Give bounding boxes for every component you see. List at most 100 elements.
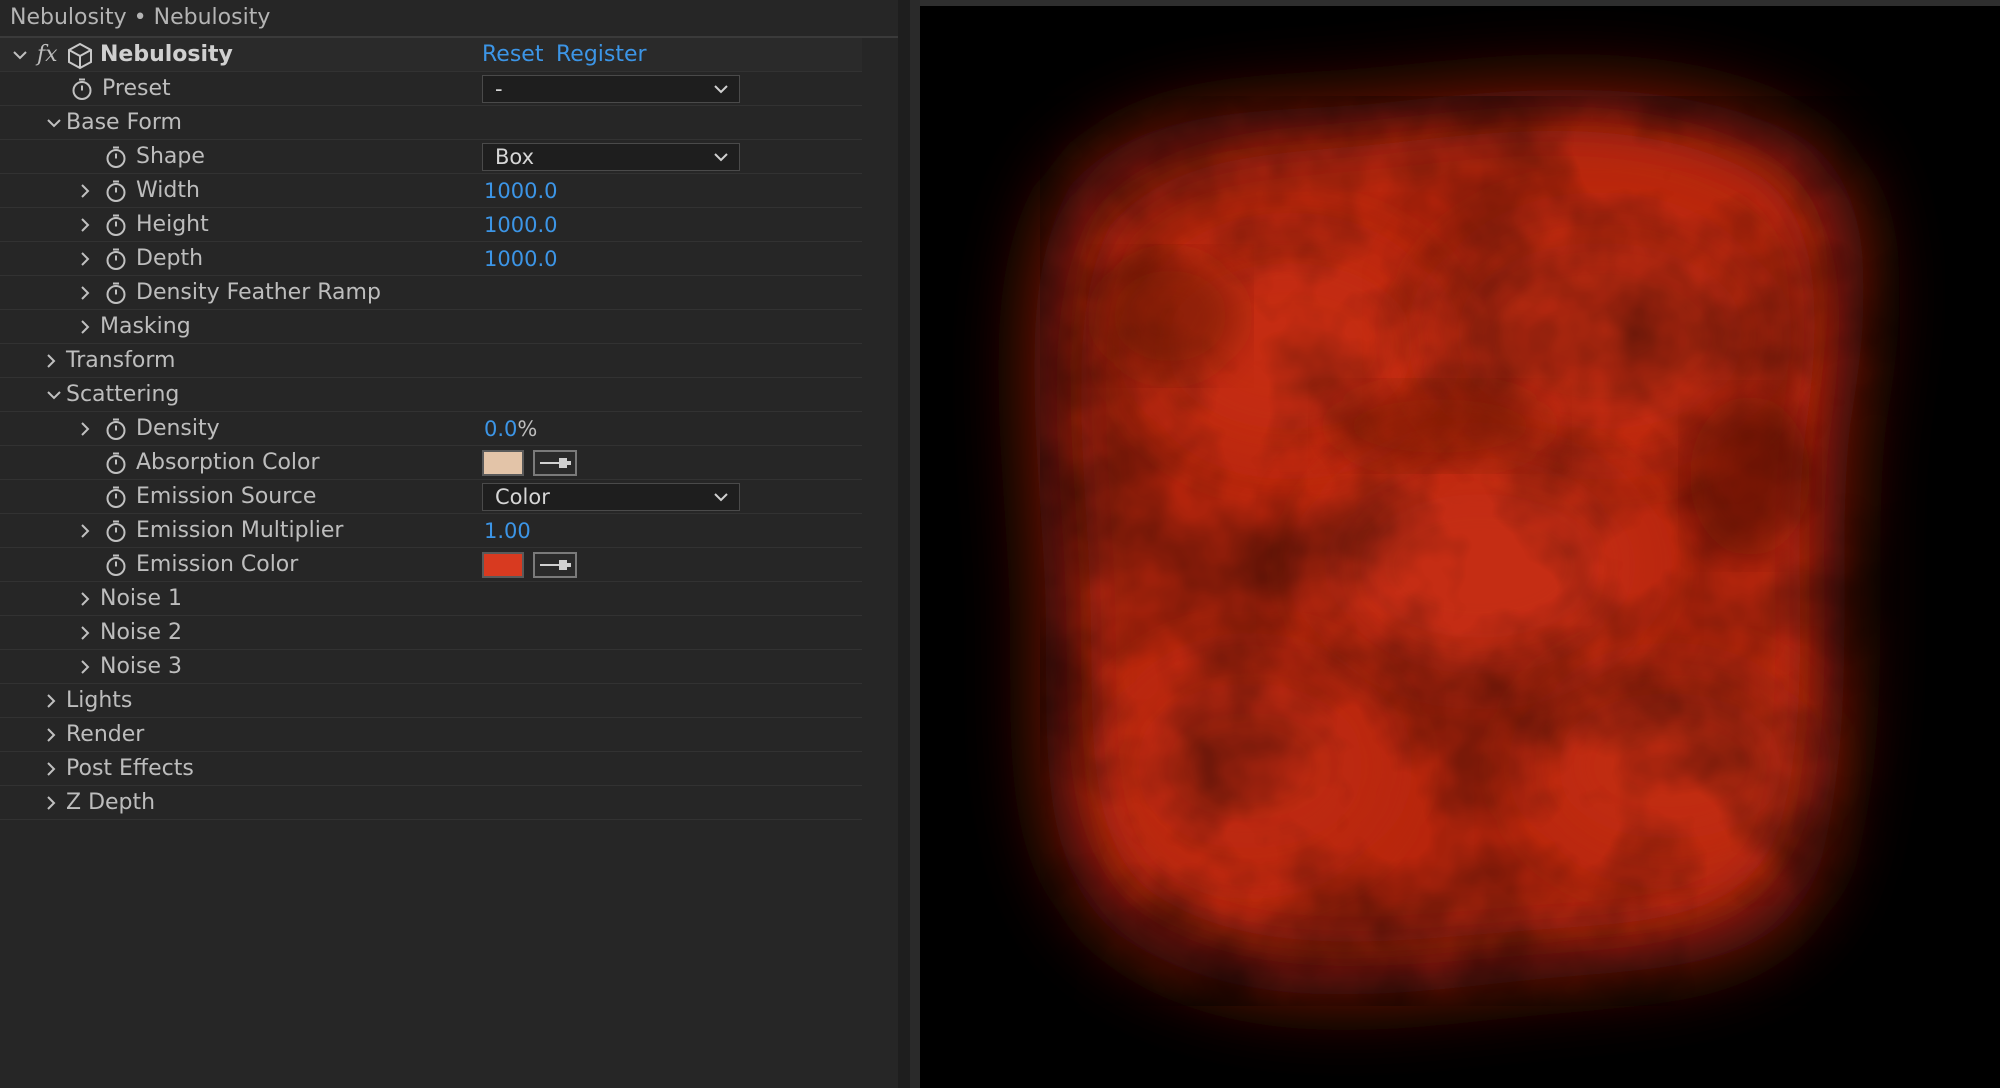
stopwatch-icon[interactable] xyxy=(104,281,128,305)
chevron-right-icon[interactable] xyxy=(76,658,94,676)
masking-group[interactable]: Masking xyxy=(0,310,862,344)
cube-icon xyxy=(66,42,94,70)
panel-divider xyxy=(898,0,910,1088)
density-row: Density 0.0% xyxy=(0,412,862,446)
emission-source-row: Emission Source Color xyxy=(0,480,862,514)
register-button[interactable]: Register xyxy=(556,38,647,72)
preset-dropdown[interactable]: - xyxy=(482,75,740,103)
emission-source-dropdown[interactable]: Color xyxy=(482,483,740,511)
nebulosity-cloud-render xyxy=(920,6,2000,1088)
chevron-right-icon[interactable] xyxy=(42,352,60,370)
chevron-right-icon[interactable] xyxy=(76,590,94,608)
noise-3-group[interactable]: Noise 3 xyxy=(0,650,862,684)
noise-2-group[interactable]: Noise 2 xyxy=(0,616,862,650)
base-form-label: Base Form xyxy=(66,110,182,135)
transform-label: Transform xyxy=(66,348,176,373)
chevron-down-icon[interactable] xyxy=(11,46,29,64)
chevron-down-icon xyxy=(713,489,729,505)
stopwatch-icon[interactable] xyxy=(104,485,128,509)
absorption-color-label: Absorption Color xyxy=(136,450,320,475)
noise-3-label: Noise 3 xyxy=(100,654,183,679)
chevron-right-icon[interactable] xyxy=(76,250,94,268)
emission-color-swatch[interactable] xyxy=(482,552,524,578)
chevron-right-icon[interactable] xyxy=(76,522,94,540)
eyedropper-icon[interactable] xyxy=(533,552,577,578)
chevron-right-icon[interactable] xyxy=(76,624,94,642)
post-effects-group[interactable]: Post Effects xyxy=(0,752,862,786)
density-feather-ramp-label: Density Feather Ramp xyxy=(136,280,381,305)
width-value[interactable]: 1000.0 xyxy=(484,174,557,208)
chevron-right-icon[interactable] xyxy=(76,284,94,302)
depth-label: Depth xyxy=(136,246,204,271)
stopwatch-icon[interactable] xyxy=(104,145,128,169)
transform-group[interactable]: Transform xyxy=(0,344,862,378)
lights-label: Lights xyxy=(66,688,133,713)
base-form-group[interactable]: Base Form xyxy=(0,106,862,140)
effect-header-row[interactable]: fx Nebulosity Reset Register xyxy=(0,38,862,72)
chevron-right-icon[interactable] xyxy=(76,318,94,336)
emission-color-row: Emission Color xyxy=(0,548,862,582)
stopwatch-icon[interactable] xyxy=(104,451,128,475)
chevron-right-icon[interactable] xyxy=(42,794,60,812)
render-label: Render xyxy=(66,722,145,747)
scattering-group[interactable]: Scattering xyxy=(0,378,862,412)
density-value[interactable]: 0.0 xyxy=(484,417,517,441)
masking-label: Masking xyxy=(100,314,191,339)
stopwatch-icon[interactable] xyxy=(104,553,128,577)
effect-controls-panel: Nebulosity • Nebulosity fx Nebulosity Re… xyxy=(0,0,898,1088)
chevron-right-icon[interactable] xyxy=(42,726,60,744)
chevron-right-icon[interactable] xyxy=(76,420,94,438)
depth-value[interactable]: 1000.0 xyxy=(484,242,557,276)
absorption-color-swatch[interactable] xyxy=(482,450,524,476)
chevron-right-icon[interactable] xyxy=(76,182,94,200)
chevron-right-icon[interactable] xyxy=(42,760,60,778)
emission-multiplier-row: Emission Multiplier 1.00 xyxy=(0,514,862,548)
shape-row: Shape Box xyxy=(0,140,862,174)
height-value[interactable]: 1000.0 xyxy=(484,208,557,242)
depth-row: Depth 1000.0 xyxy=(0,242,862,276)
panel-resize-handle[interactable] xyxy=(910,0,920,1088)
chevron-down-icon xyxy=(713,149,729,165)
eyedropper-icon[interactable] xyxy=(533,450,577,476)
density-label: Density xyxy=(136,416,220,441)
chevron-down-icon[interactable] xyxy=(45,114,63,132)
preset-row: Preset - xyxy=(0,72,862,106)
shape-dropdown[interactable]: Box xyxy=(482,143,740,171)
density-unit: % xyxy=(517,417,538,441)
cloud-shadow xyxy=(1100,256,1240,376)
emission-source-label: Emission Source xyxy=(136,484,317,509)
shape-label: Shape xyxy=(136,144,205,169)
chevron-right-icon[interactable] xyxy=(42,692,60,710)
density-value-field[interactable]: 0.0% xyxy=(484,412,537,446)
density-feather-ramp-row: Density Feather Ramp xyxy=(0,276,862,310)
noise-2-label: Noise 2 xyxy=(100,620,183,645)
chevron-right-icon[interactable] xyxy=(76,216,94,234)
reset-button[interactable]: Reset xyxy=(482,38,543,72)
emission-color-label: Emission Color xyxy=(136,552,299,577)
stopwatch-icon[interactable] xyxy=(104,417,128,441)
emission-multiplier-value[interactable]: 1.00 xyxy=(484,514,531,548)
emission-source-value: Color xyxy=(495,485,550,509)
stopwatch-icon[interactable] xyxy=(104,247,128,271)
noise-1-group[interactable]: Noise 1 xyxy=(0,582,862,616)
cloud-shadow xyxy=(1330,386,1550,466)
z-depth-label: Z Depth xyxy=(66,790,156,815)
emission-multiplier-label: Emission Multiplier xyxy=(136,518,344,543)
lights-group[interactable]: Lights xyxy=(0,684,862,718)
height-row: Height 1000.0 xyxy=(0,208,862,242)
z-depth-group[interactable]: Z Depth xyxy=(0,786,862,820)
stopwatch-icon[interactable] xyxy=(70,77,94,101)
composition-viewer[interactable] xyxy=(920,6,2000,1088)
render-group[interactable]: Render xyxy=(0,718,862,752)
stopwatch-icon[interactable] xyxy=(104,179,128,203)
shape-value: Box xyxy=(495,145,535,169)
width-row: Width 1000.0 xyxy=(0,174,862,208)
absorption-color-row: Absorption Color xyxy=(0,446,862,480)
fx-toggle[interactable]: fx xyxy=(37,38,58,72)
stopwatch-icon[interactable] xyxy=(104,519,128,543)
cloud-shadow-texture xyxy=(1040,96,1900,1006)
chevron-down-icon[interactable] xyxy=(45,386,63,404)
stopwatch-icon[interactable] xyxy=(104,213,128,237)
chevron-down-icon xyxy=(713,81,729,97)
panel-title: Nebulosity • Nebulosity xyxy=(10,5,271,30)
